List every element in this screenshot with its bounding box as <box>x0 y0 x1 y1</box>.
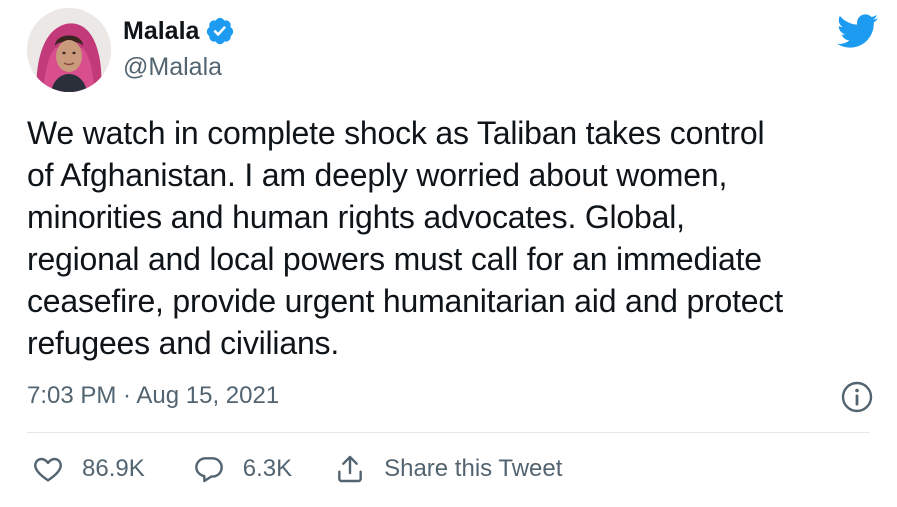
tweet-card: Malala @Malala We watch in complete shoc… <box>0 0 897 507</box>
divider <box>27 432 870 433</box>
author-handle[interactable]: @Malala <box>123 51 222 83</box>
tweet-timestamp[interactable]: 7:03 PM · Aug 15, 2021 <box>27 380 279 412</box>
tweet-actions: 86.9K 6.3K Share this Tweet <box>27 449 562 489</box>
verified-badge-icon <box>205 16 235 46</box>
share-label: Share this Tweet <box>384 455 563 482</box>
avatar-image <box>27 8 111 92</box>
heart-icon <box>32 453 64 485</box>
author-display-name[interactable]: Malala <box>123 13 199 49</box>
author-name-row: Malala <box>123 13 235 49</box>
like-count: 86.9K <box>82 455 145 482</box>
share-icon <box>334 453 366 485</box>
twitter-bird-icon[interactable] <box>835 13 879 49</box>
like-button[interactable]: 86.9K <box>32 453 145 485</box>
share-button[interactable]: Share this Tweet <box>334 453 562 485</box>
avatar[interactable] <box>27 8 111 92</box>
reply-count: 6.3K <box>242 455 293 482</box>
reply-bubble-icon <box>193 453 225 485</box>
reply-button[interactable]: 6.3K <box>193 453 292 485</box>
tweet-text: We watch in complete shock as Taliban ta… <box>27 115 783 361</box>
info-icon[interactable] <box>840 380 874 414</box>
